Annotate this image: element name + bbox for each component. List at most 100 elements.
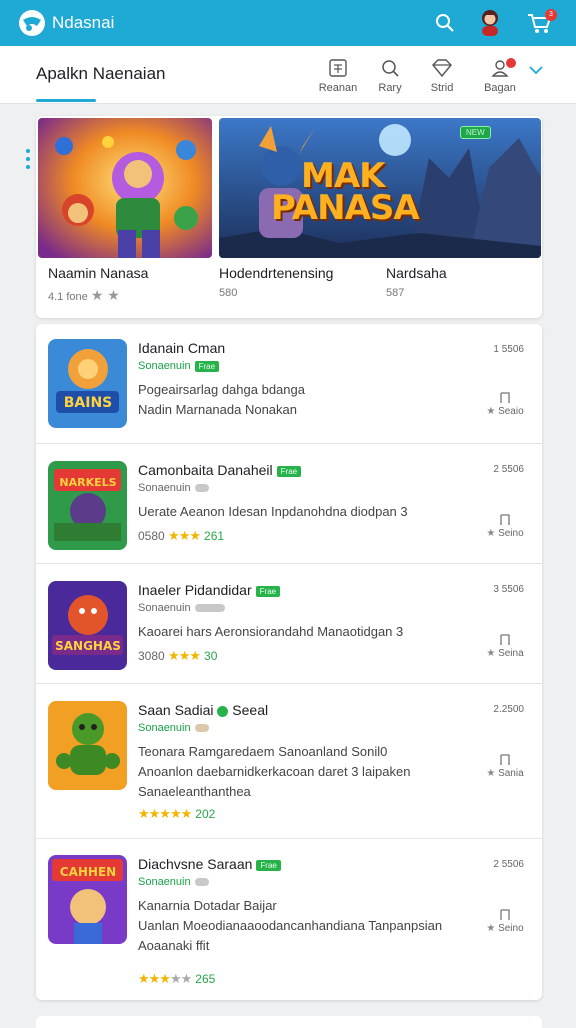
featured-card: NEW MAK PANASA Naamin Nanasa 4.1 fone ★ …: [36, 116, 542, 318]
avatar[interactable]: [476, 6, 504, 36]
nav-label: Strid: [430, 82, 454, 94]
list-item[interactable]: NARKELS Camonbaita Danaheil Frae Sonaenui…: [36, 444, 542, 564]
star-rating: ★★★: [168, 648, 201, 663]
list-item[interactable]: SANGHAS Inaeler Pidandidar Frae Sonaenuin…: [36, 564, 542, 684]
featured-item-sub: 587: [386, 287, 405, 299]
save-button[interactable]: ★ Seaio: [484, 392, 526, 417]
action-label: Seino: [498, 923, 524, 934]
grid-doc-icon: [329, 59, 347, 77]
bookmark-icon: [500, 392, 510, 403]
app-size: 2 5506: [493, 464, 524, 475]
more-vertical-icon[interactable]: [25, 148, 31, 170]
list-item[interactable]: BAINS Idanain Cman Sonaenuin Frae Pogeair…: [36, 324, 542, 444]
featured-item-sub: 580: [219, 287, 238, 299]
star-icon: ★: [486, 768, 496, 779]
app-icon[interactable]: CAHHEN: [48, 855, 127, 944]
list-item[interactable]: CAHHEN Diachvsne Saraan Frae Sonaenuin Ka…: [36, 839, 542, 1000]
rating-count: 265: [195, 972, 216, 986]
active-tab-indicator: [36, 99, 96, 102]
app-title: Ndasnai: [52, 13, 115, 32]
gem-icon: [432, 59, 452, 78]
section-header: Apalkn Naenaian Reanan Rary Strid Bagan: [0, 46, 576, 104]
star-icon: ★: [486, 648, 496, 659]
chevron-down-icon[interactable]: [528, 64, 544, 76]
status-pill: [194, 724, 209, 733]
app-icon[interactable]: BAINS: [48, 339, 127, 428]
search-icon[interactable]: [433, 11, 457, 35]
app-size: 2 5506: [493, 859, 524, 870]
app-list: BAINS Idanain Cman Sonaenuin Frae Pogeair…: [36, 324, 542, 1000]
app-size: 3 5506: [493, 584, 524, 595]
status-pill: [194, 878, 209, 887]
app-icon[interactable]: [48, 701, 127, 790]
save-button[interactable]: ★ Seina: [484, 634, 526, 659]
bookmark-icon: [500, 634, 510, 645]
action-label: Seina: [498, 648, 524, 659]
featured-item-title[interactable]: Nardsaha: [386, 265, 447, 281]
app-subtitle: Sonaenuin: [138, 722, 209, 734]
rating-count: 30: [204, 649, 218, 663]
save-button[interactable]: ★ Seino: [484, 909, 526, 934]
banner-title: MAK PANASA: [271, 159, 420, 228]
app-subtitle-text: Sonaenuin: [138, 482, 191, 494]
nav-label: Bagan: [484, 82, 516, 94]
app-title-text: Camonbaita Danaheil: [138, 462, 273, 478]
free-badge: Frae: [276, 465, 302, 477]
nav-bagan-button[interactable]: Bagan: [470, 58, 530, 98]
action-label: Seino: [498, 528, 524, 539]
app-subtitle-text: Sonaenuin: [138, 602, 191, 614]
save-button[interactable]: ★ Sania: [484, 754, 526, 779]
app-title-text: Inaeler Pidandidar: [138, 582, 252, 598]
featured-banner-image[interactable]: NEW MAK PANASA: [219, 118, 541, 258]
rating-row: 0580 ★★★ 261: [138, 528, 224, 544]
app-title-text: Diachvsne Saraan: [138, 856, 253, 872]
rating-count: 202: [195, 807, 216, 821]
action-label: Seaio: [498, 406, 524, 417]
featured-item-sub-text: 4.1 fone: [48, 291, 88, 303]
rating-row: ★★★★★ 202: [138, 806, 215, 822]
nav-strid-button[interactable]: Strid: [412, 58, 472, 98]
app-icon[interactable]: SANGHAS: [48, 581, 127, 670]
featured-item-title[interactable]: Naamin Nanasa: [48, 265, 148, 281]
app-logo-icon[interactable]: [19, 10, 45, 36]
bookmark-icon: [500, 909, 510, 920]
featured-game-image[interactable]: [38, 118, 212, 258]
app-subtitle-text: Sonaenuin: [138, 360, 191, 372]
star-rating: ★★★★★: [138, 971, 192, 986]
app-title: Camonbaita Danaheil Frae: [138, 462, 302, 478]
app-icon-text: BAINS: [64, 395, 113, 411]
app-subtitle-text: Sonaenuin: [138, 876, 191, 888]
app-subtitle-text: Sonaenuin: [138, 722, 191, 734]
app-subtitle: Sonaenuin Frae: [138, 360, 220, 372]
featured-item-title[interactable]: Hodendrtenensing: [219, 265, 333, 281]
app-description: Kaoarei hars Aeronsiorandahd Manaotidgan…: [138, 624, 404, 639]
app-description: Teonara Ramgaredaem Sanoanland Sonil0 An…: [138, 744, 411, 799]
nav-rary-button[interactable]: Rary: [360, 58, 420, 98]
app-size: 2.2500: [493, 704, 524, 715]
nav-reanan-button[interactable]: Reanan: [308, 58, 368, 98]
save-button[interactable]: ★ Seino: [484, 514, 526, 539]
cart-count-badge: 3: [545, 9, 557, 21]
rating-count: 261: [204, 529, 225, 543]
app-description: Pogeairsarlag dahga bdanga Nadin Marnana…: [138, 382, 305, 417]
featured-item-sub: 4.1 fone ★ ★: [48, 287, 120, 304]
app-icon-text: CAHHEN: [60, 865, 116, 879]
new-tag: NEW: [460, 126, 491, 139]
app-description: Uerate Aeanon Idesan Inpdanohdna diodpan…: [138, 504, 408, 519]
rating-row: ★★★★★ 265: [138, 971, 215, 987]
rating-label: 0580: [138, 529, 165, 543]
app-icon-text: SANGHAS: [55, 639, 121, 653]
app-title: Idanain Cman: [138, 340, 225, 356]
banner-title-line-2: PANASA: [271, 188, 420, 228]
app-title: Diachvsne Saraan Frae: [138, 856, 281, 872]
app-description: Kanarnia Dotadar Baijar Uanlan Moeodiana…: [138, 898, 443, 953]
status-pill: [194, 604, 225, 613]
free-badge: Frae: [255, 585, 281, 597]
nav-label: Reanan: [318, 82, 358, 94]
free-badge: Frae: [256, 859, 281, 871]
app-icon[interactable]: NARKELS: [48, 461, 127, 550]
notification-badge: [506, 58, 516, 68]
app-icon-text: NARKELS: [59, 476, 116, 489]
list-item[interactable]: Saan Sadiai Seeal Sonaenuin Teonara Ramg…: [36, 684, 542, 839]
app-title-text: Idanain Cman: [138, 340, 226, 356]
